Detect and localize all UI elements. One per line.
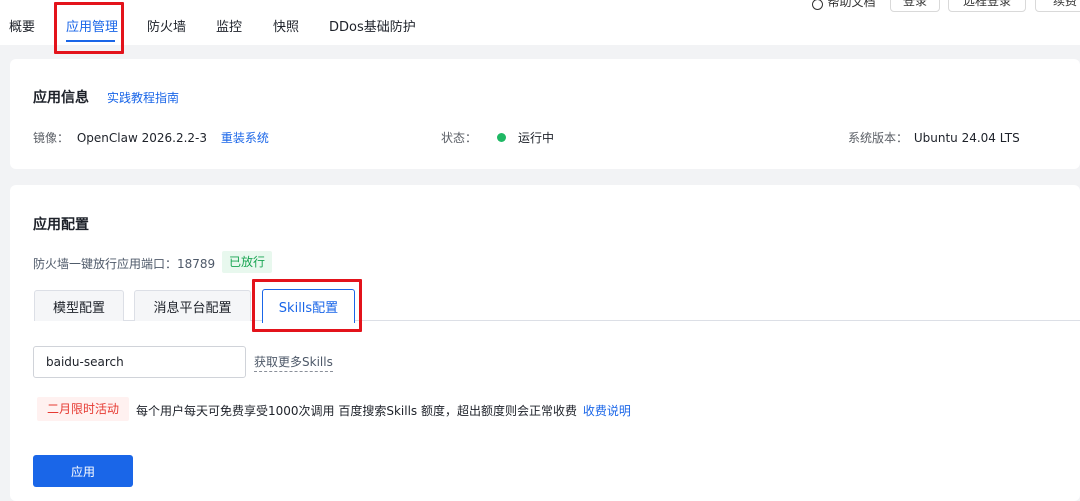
apply-button[interactable]: 应用: [33, 455, 133, 487]
status-value: 运行中: [518, 131, 555, 145]
apply-button-label: 应用: [70, 464, 95, 479]
app-config-title: 应用配置: [33, 217, 89, 233]
fee-info-link[interactable]: 收费说明: [583, 404, 631, 418]
status-dot: [497, 133, 507, 142]
more-skills-link[interactable]: 获取更多Skills: [254, 353, 333, 372]
os-value: Ubuntu 24.04 LTS: [913, 131, 1020, 145]
status-info: 状态： 运行中: [441, 129, 554, 146]
help-doc-label: 帮助文档: [827, 0, 876, 9]
login-button[interactable]: 登录: [890, 0, 940, 12]
tab-highlight-box: [54, 2, 124, 54]
tab-snapshot[interactable]: 快照: [273, 16, 299, 35]
tab-message-platform-config[interactable]: 消息平台配置: [134, 290, 251, 321]
help-icon: [812, 0, 824, 10]
tab-model-config-label: 模型配置: [52, 300, 105, 316]
tab-message-platform-label: 消息平台配置: [153, 300, 232, 316]
renew-label: 续费: [1052, 0, 1077, 8]
login-label: 登录: [902, 0, 927, 8]
help-doc-button[interactable]: 帮助文档: [808, 0, 880, 12]
image-label: 镜像：: [33, 131, 70, 145]
promo-description: 每个用户每天可免费享受1000次调用 百度搜索Skills 额度，超出额度则会正…: [136, 404, 577, 418]
image-value: OpenClaw 2026.2.2-3: [76, 131, 207, 145]
tab-overview[interactable]: 概要: [9, 16, 35, 35]
port-text: 防火墙一键放行应用端口：18789: [33, 257, 216, 271]
app-info-title: 应用信息: [33, 90, 89, 106]
remote-login-button[interactable]: 远程登录: [948, 0, 1026, 12]
remote-login-label: 远程登录: [962, 0, 1011, 8]
tab-firewall[interactable]: 防火墙: [147, 16, 186, 35]
reinstall-link[interactable]: 重装系统: [221, 131, 269, 145]
app-info-card: 应用信息 实践教程指南 镜像： OpenClaw 2026.2.2-3 重装系统…: [10, 59, 1080, 169]
promo-text: 每个用户每天可免费享受1000次调用 百度搜索Skills 额度，超出额度则会正…: [136, 402, 631, 419]
app-config-card: 应用配置 防火墙一键放行应用端口：18789 已放行 模型配置 消息平台配置 S…: [10, 185, 1080, 501]
status-label: 状态：: [441, 131, 478, 145]
tab-ddos-protection[interactable]: DDos基础防护: [329, 16, 416, 35]
top-nav-bar: 概要 应用管理 防火墙 监控 快照 DDos基础防护 帮助文档 登录 远程登录 …: [0, 0, 1080, 45]
tab-model-config[interactable]: 模型配置: [34, 290, 124, 321]
guide-link[interactable]: 实践教程指南: [107, 89, 179, 106]
skills-tab-highlight-box: [252, 279, 362, 332]
image-info: 镜像： OpenClaw 2026.2.2-3 重装系统: [33, 129, 269, 146]
skill-name-input[interactable]: [33, 346, 246, 378]
os-label: 系统版本：: [848, 131, 909, 145]
tab-monitoring[interactable]: 监控: [216, 16, 242, 35]
port-open-badge: 已放行: [222, 251, 273, 273]
promo-badge: 二月限时活动: [37, 397, 130, 421]
os-info: 系统版本： Ubuntu 24.04 LTS: [848, 129, 1020, 146]
renew-button[interactable]: 续费: [1035, 0, 1080, 12]
